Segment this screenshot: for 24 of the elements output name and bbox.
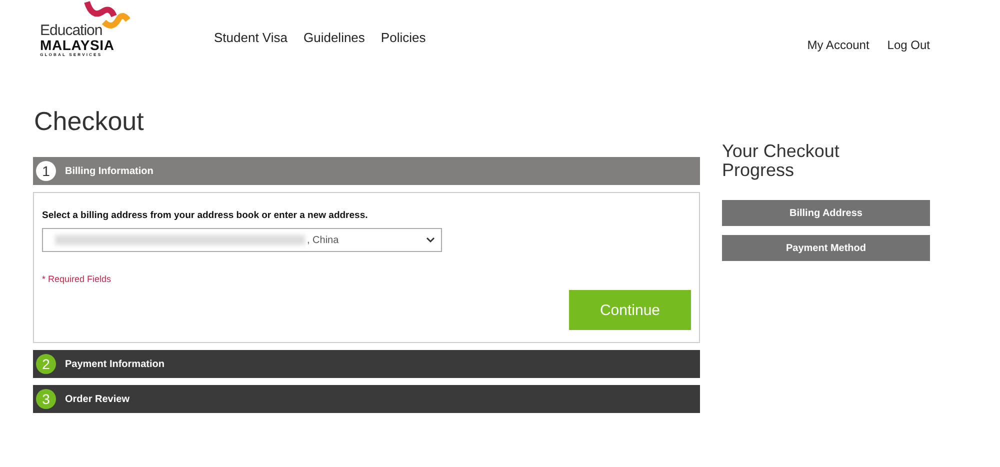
account-link[interactable]: Log Out (887, 38, 930, 52)
step-title: Order Review (65, 394, 130, 404)
step-number: 3 (36, 389, 56, 409)
progress-item[interactable]: Billing Address (722, 200, 930, 226)
nav-link[interactable]: Guidelines (303, 30, 365, 45)
progress-item[interactable]: Payment Method (722, 235, 930, 261)
progress-title: Your Checkout Progress (722, 142, 840, 180)
nav-link[interactable]: Policies (380, 30, 426, 45)
step-header[interactable]: 3 Order Review (33, 385, 700, 413)
nav-link[interactable]: Student Visa (214, 30, 288, 45)
step-title: Billing Information (65, 166, 154, 176)
chevron-down-icon (426, 237, 435, 243)
instruction-text: Select a billing address from your address book or enter a new address. (42, 210, 369, 221)
page-title: Checkout (34, 106, 145, 137)
step-number: 2 (36, 354, 56, 374)
account-link[interactable]: My Account (807, 38, 870, 52)
step-header[interactable]: 2 Payment Information (33, 350, 700, 378)
step-number: 1 (36, 161, 56, 181)
logo-text: MALAYSIA (40, 38, 116, 52)
step-title: Payment Information (65, 358, 164, 370)
required-note: * Required Fields (42, 274, 112, 284)
address-select[interactable]: , China (42, 228, 442, 252)
logo-text: Education (40, 23, 104, 38)
step-header[interactable]: 1 Billing Information (33, 157, 700, 185)
